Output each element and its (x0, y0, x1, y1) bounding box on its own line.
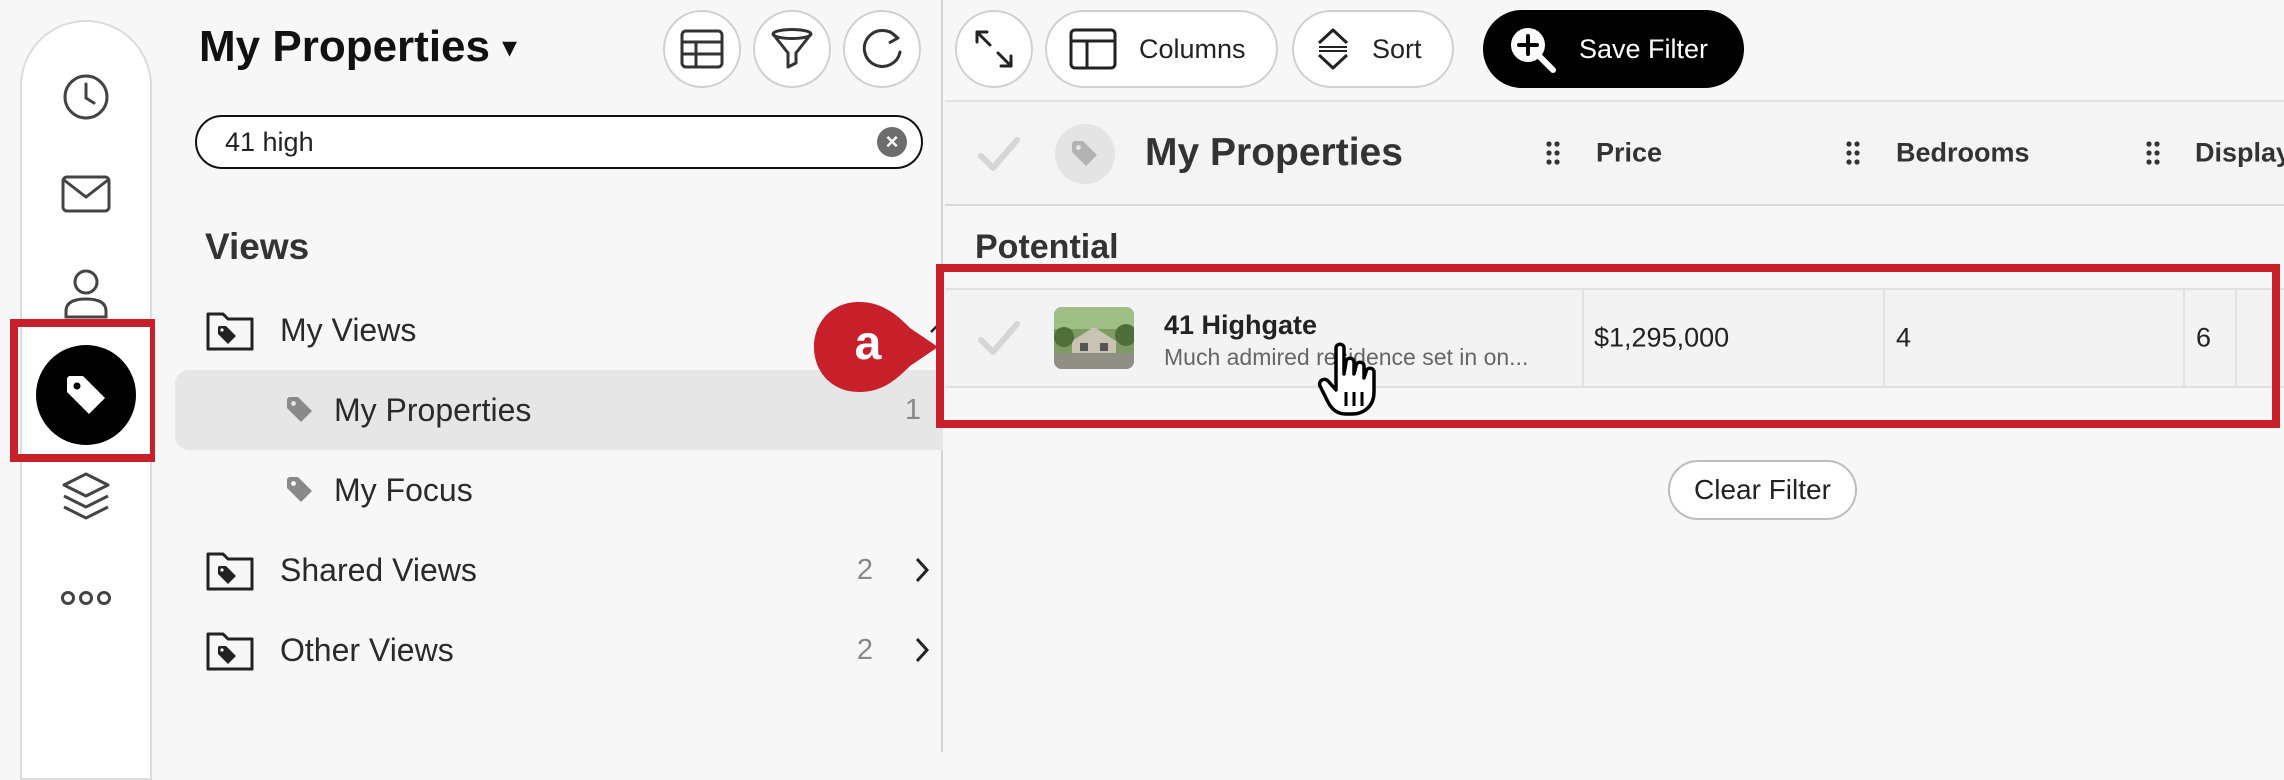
mail-icon[interactable] (61, 174, 111, 214)
table-title: My Properties (1145, 131, 1403, 174)
funnel-icon (771, 28, 813, 69)
chevron-right-icon[interactable] (913, 556, 931, 584)
view-count: 1 (904, 393, 921, 426)
tree-item-label: Other Views (280, 631, 454, 668)
search-field[interactable]: × (195, 115, 923, 169)
tag-icon (287, 397, 312, 422)
expand-button[interactable] (955, 10, 1033, 88)
zoom-in-icon (1511, 28, 1556, 73)
rail-highlight-box (10, 319, 158, 462)
hand-cursor-icon (1317, 342, 1376, 416)
tree-item-label: My Properties (334, 391, 532, 428)
table-row[interactable]: 41 Highgate Much admired residence set i… (945, 288, 2284, 388)
chevron-right-icon[interactable] (913, 636, 931, 664)
refresh-icon (862, 28, 902, 68)
refresh-button[interactable] (843, 10, 921, 88)
tag-icon (1072, 141, 1097, 166)
filter-button[interactable] (753, 10, 831, 88)
clock-icon[interactable] (61, 72, 111, 122)
view-selector[interactable]: My Properties ▾ (199, 22, 517, 72)
display-cell: 6 (2196, 322, 2212, 353)
views-heading: Views (205, 226, 310, 267)
save-filter-button[interactable]: Save Filter (1483, 10, 1745, 88)
clear-search-icon[interactable]: × (877, 127, 907, 157)
columns-button[interactable]: Columns (1045, 10, 1278, 88)
group-label: Potential (975, 228, 1119, 266)
tag-folder-icon (206, 552, 254, 591)
callout-letter: a (854, 317, 882, 370)
view-count: 2 (856, 633, 873, 666)
cell-divider (2235, 290, 2237, 386)
tree-item-label: My Focus (334, 471, 473, 508)
tree-item-label: Shared Views (280, 551, 477, 588)
bedrooms-cell: 4 (1896, 322, 1912, 353)
drag-handle-icon[interactable] (1545, 140, 1561, 166)
column-header-bedrooms[interactable]: Bedrooms (1896, 138, 2030, 169)
tree-item-other-views[interactable]: Other Views 2 (175, 610, 943, 690)
columns-icon (1069, 28, 1117, 70)
table-header: My Properties Price Bedrooms Display (945, 100, 2284, 206)
search-input[interactable] (223, 125, 877, 159)
drag-handle-icon[interactable] (1845, 140, 1861, 166)
tag-folder-icon (206, 632, 254, 671)
property-name[interactable]: 41 Highgate (1164, 310, 1317, 341)
table-icon (680, 29, 724, 69)
cell-divider (2183, 290, 2185, 386)
tree-item-shared-views[interactable]: Shared Views 2 (175, 530, 943, 610)
tag-filter-button[interactable] (1055, 124, 1115, 184)
cell-divider (1582, 290, 1584, 386)
property-thumbnail (1054, 307, 1134, 369)
expand-arrows-icon (975, 30, 1013, 68)
row-checkbox[interactable] (977, 318, 1021, 358)
sort-icon (1317, 28, 1349, 70)
column-header-display[interactable]: Display (2195, 138, 2284, 169)
page-title: My Properties (199, 22, 490, 71)
sort-button[interactable]: Sort (1292, 10, 1454, 88)
tree-item-label: My Views (280, 311, 417, 348)
person-icon[interactable] (63, 267, 109, 319)
view-count: 2 (856, 553, 873, 586)
tree-item-my-focus[interactable]: My Focus (175, 450, 943, 530)
table-view-button[interactable] (663, 10, 741, 88)
tag-icon (287, 477, 312, 502)
select-all-checkbox[interactable] (977, 134, 1021, 174)
sort-label: Sort (1372, 33, 1422, 64)
column-header-price[interactable]: Price (1596, 138, 1662, 169)
clear-filter-button[interactable]: Clear Filter (1668, 460, 1857, 520)
caret-down-icon: ▾ (501, 30, 518, 64)
cell-divider (1883, 290, 1885, 386)
layers-icon[interactable] (60, 470, 112, 522)
tag-folder-icon (206, 312, 254, 351)
more-icon[interactable] (60, 590, 112, 606)
price-cell: $1,295,000 (1594, 322, 1730, 353)
save-filter-label: Save Filter (1579, 33, 1709, 64)
drag-handle-icon[interactable] (2145, 140, 2161, 166)
columns-label: Columns (1139, 33, 1246, 64)
